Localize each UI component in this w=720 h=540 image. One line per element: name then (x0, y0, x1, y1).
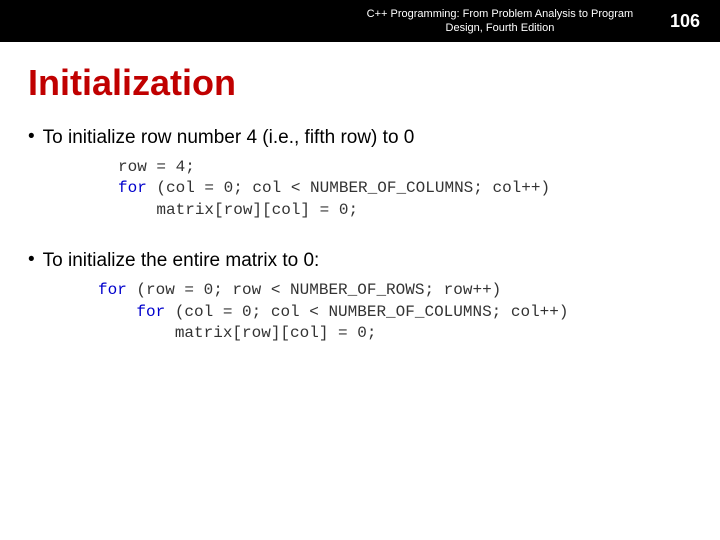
code-line: matrix[row][col] = 0; (98, 324, 376, 342)
slide-content: Initialization • To initialize row numbe… (0, 42, 720, 365)
code-indent (98, 303, 136, 321)
code-keyword: for (98, 281, 127, 299)
code-keyword: for (118, 179, 147, 197)
bullet-item: • To initialize the entire matrix to 0: (28, 249, 692, 274)
code-block-1: row = 4; for (col = 0; col < NUMBER_OF_C… (118, 157, 692, 222)
bullet-dot-icon: • (28, 249, 35, 272)
code-line: (col = 0; col < NUMBER_OF_COLUMNS; col++… (147, 179, 550, 197)
bullet-item: • To initialize row number 4 (i.e., fift… (28, 126, 692, 151)
code-line: (col = 0; col < NUMBER_OF_COLUMNS; col++… (165, 303, 568, 321)
code-block-2: for (row = 0; row < NUMBER_OF_ROWS; row+… (98, 280, 692, 345)
book-title: C++ Programming: From Problem Analysis t… (360, 7, 640, 36)
slide-header: C++ Programming: From Problem Analysis t… (0, 0, 720, 42)
page-number: 106 (670, 11, 700, 32)
bullet-dot-icon: • (28, 126, 35, 149)
slide-title: Initialization (28, 62, 692, 104)
header-text-wrap: C++ Programming: From Problem Analysis t… (360, 7, 700, 36)
code-keyword: for (136, 303, 165, 321)
code-line: row = 4; (118, 158, 195, 176)
code-line: matrix[row][col] = 0; (118, 201, 358, 219)
code-line: (row = 0; row < NUMBER_OF_ROWS; row++) (127, 281, 501, 299)
bullet-text: To initialize the entire matrix to 0: (43, 249, 320, 274)
bullet-text: To initialize row number 4 (i.e., fifth … (43, 126, 415, 151)
